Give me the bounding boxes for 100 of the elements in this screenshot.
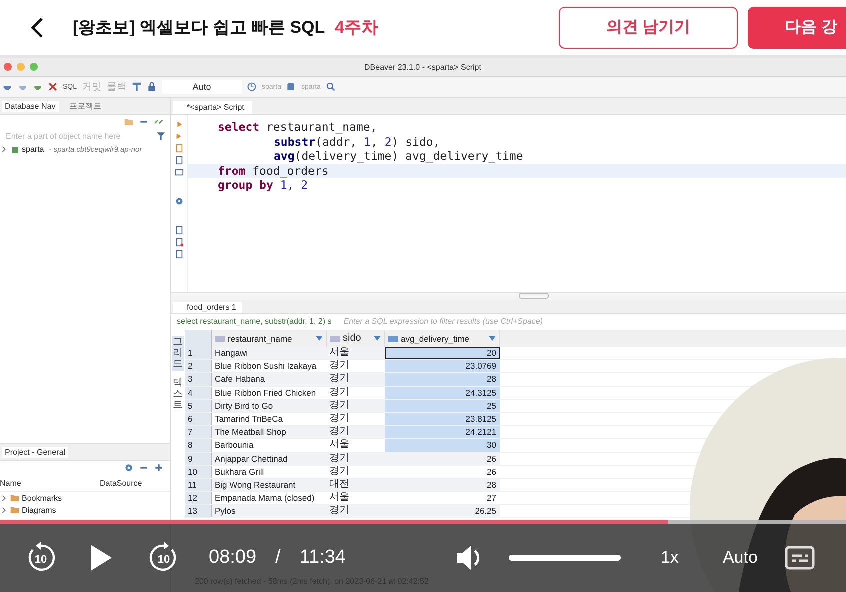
code-line: select restaurant_name,: [218, 120, 378, 134]
tree-item[interactable]: Bookmarks: [22, 494, 62, 502]
filter-icon[interactable]: [156, 131, 166, 141]
table-cell: 26: [384, 465, 500, 478]
editor-tab[interactable]: *<sparta> Script: [173, 101, 252, 114]
type-icon: [330, 336, 340, 342]
document-icon[interactable]: [174, 226, 184, 235]
table-cell: 경기: [326, 399, 384, 412]
table-cell: 30: [384, 438, 500, 452]
row-number[interactable]: 10: [185, 465, 212, 478]
play-button[interactable]: [88, 543, 114, 573]
terminal-icon[interactable]: [174, 168, 184, 177]
row-number[interactable]: 3: [185, 372, 212, 386]
column-header[interactable]: avg_delivery_time: [384, 330, 500, 347]
course-title: [왕초보] 엑셀보다 쉽고 빠른 SQL: [73, 17, 326, 39]
table-cell: 경기: [326, 372, 384, 386]
column-header[interactable]: Name: [0, 478, 100, 488]
table-cell: Barbounia: [212, 438, 326, 452]
view-tab[interactable]: 그리드: [172, 336, 184, 371]
table-cell: 서울: [326, 347, 384, 360]
row-number[interactable]: 2: [185, 360, 212, 373]
table-cell: 28: [384, 478, 500, 492]
plus-icon[interactable]: [154, 463, 164, 473]
duration: 11:34: [300, 547, 346, 569]
forward-button[interactable]: 10: [147, 541, 181, 575]
panel-tab[interactable]: 프로젝트: [66, 100, 105, 112]
lock-icon[interactable]: [147, 82, 158, 92]
collapse-handle-icon[interactable]: [518, 293, 548, 299]
clock-icon[interactable]: [247, 82, 258, 92]
table-cell: Anjappar Chettinad: [212, 452, 326, 466]
row-number[interactable]: 4: [185, 386, 212, 400]
search-icon[interactable]: [326, 82, 336, 92]
database-icon: [286, 82, 296, 92]
table-cell: Cafe Habana: [212, 372, 326, 386]
code-line: group by 1, 2: [218, 178, 310, 192]
query-text: select restaurant_name, substr(addr, 1, 2) s: [177, 316, 332, 326]
feedback-button[interactable]: 의견 남기기: [559, 6, 738, 48]
row-number[interactable]: 5: [185, 399, 212, 412]
speed-button[interactable]: 1x: [660, 548, 679, 568]
table-cell: Bukhara Grill: [212, 465, 326, 478]
results-tab[interactable]: food_orders 1: [173, 302, 242, 313]
table-cell: Big Wong Restaurant: [212, 478, 326, 492]
gear-icon[interactable]: [124, 463, 134, 473]
table-cell: Hangawi: [212, 347, 326, 360]
time-separator: /: [276, 547, 281, 569]
week-label: 4주차: [335, 17, 379, 39]
table-cell: 25: [384, 399, 500, 412]
next-lesson-button[interactable]: 다음 강: [748, 6, 846, 48]
subtitles-button[interactable]: [784, 546, 815, 570]
row-number[interactable]: 7: [185, 426, 212, 439]
row-number[interactable]: 11: [185, 478, 212, 492]
gear-icon[interactable]: [174, 197, 184, 206]
volume-slider[interactable]: [508, 555, 621, 561]
row-number[interactable]: 8: [185, 438, 212, 452]
code-line: substr(addr, 1, 2) sido,: [273, 134, 442, 149]
panel-tab[interactable]: Project - General: [2, 446, 68, 458]
column-header[interactable]: DataSource: [100, 478, 142, 488]
document-icon[interactable]: [174, 250, 184, 259]
quality-button[interactable]: Auto: [722, 548, 758, 568]
table-cell: 24.2121: [384, 426, 500, 439]
code-line: avg(delivery_time) avg_delivery_time: [273, 149, 524, 164]
row-number[interactable]: 6: [185, 412, 212, 426]
type-icon: [388, 336, 398, 342]
window-close-button[interactable]: [4, 63, 12, 71]
tree-item[interactable]: Diagrams: [22, 506, 56, 514]
table-cell: 경기: [326, 504, 384, 518]
table-cell: 경기: [326, 386, 384, 400]
table-cell: 24.3125: [384, 386, 500, 400]
column-header[interactable]: sido: [326, 330, 384, 347]
table-cell: 20: [384, 347, 500, 360]
window-title: DBeaver 23.1.0 - <sparta> Script: [364, 62, 482, 72]
table-cell: Blue Ribbon Fried Chicken: [212, 386, 326, 400]
caret-icon[interactable]: [374, 336, 381, 341]
row-number[interactable]: 1: [185, 347, 212, 360]
table-cell: The Meatball Shop: [212, 426, 326, 439]
row-number[interactable]: 12: [185, 492, 212, 505]
caret-icon[interactable]: [489, 336, 496, 341]
disconnect-icon[interactable]: [48, 82, 58, 92]
caret-icon[interactable]: [316, 336, 323, 341]
table-cell: 대전: [326, 478, 384, 492]
rewind-button[interactable]: 10: [24, 541, 58, 575]
tree-item[interactable]: sparta: [22, 144, 44, 154]
table-cell: 26: [384, 452, 500, 466]
table-cell: 경기: [326, 452, 384, 466]
table-cell: 28: [384, 372, 500, 386]
view-tab[interactable]: 텍스트: [172, 377, 184, 412]
column-header[interactable]: restaurant_name: [212, 330, 326, 347]
expand-icon[interactable]: [1, 146, 8, 152]
link-icon[interactable]: [154, 117, 164, 127]
table-cell: Dirty Bird to Go: [212, 399, 326, 412]
row-number[interactable]: 9: [185, 452, 212, 466]
document-icon[interactable]: [174, 238, 184, 247]
table-cell: 23.8125: [384, 412, 500, 426]
current-time: 08:09: [209, 547, 257, 569]
commit-mode-field[interactable]: Auto: [162, 80, 242, 94]
table-cell: 경기: [326, 426, 384, 439]
panel-tab[interactable]: Database Nav: [2, 100, 59, 112]
table-cell: 경기: [326, 465, 384, 478]
row-number[interactable]: 13: [185, 504, 212, 518]
back-button[interactable]: [30, 16, 46, 40]
